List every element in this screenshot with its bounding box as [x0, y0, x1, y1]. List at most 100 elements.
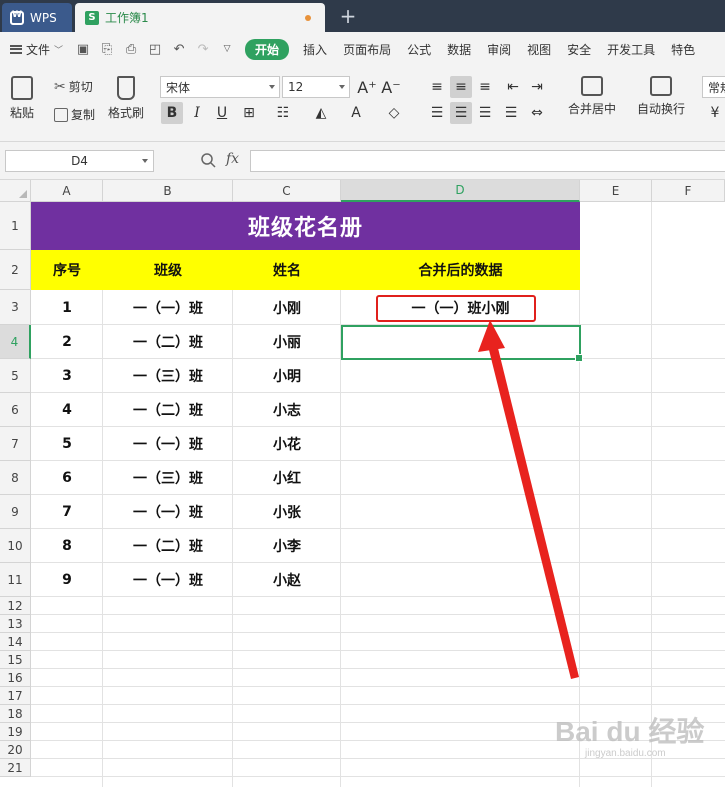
cell-merged[interactable]: [341, 393, 580, 427]
currency-icon[interactable]: ¥: [704, 102, 725, 124]
menu-tab-formulas[interactable]: 公式: [399, 41, 439, 58]
insert-function-icon[interactable]: fx: [226, 151, 239, 167]
cell-merged[interactable]: [341, 461, 580, 495]
increase-font-icon[interactable]: A⁺: [356, 76, 378, 98]
header-cell-class[interactable]: 班级: [103, 250, 233, 290]
align-bottom-icon[interactable]: ≡: [474, 76, 496, 98]
row-header-11[interactable]: 11: [0, 563, 31, 597]
menu-tab-data[interactable]: 数据: [439, 41, 479, 58]
cell-index[interactable]: 6: [31, 461, 103, 495]
distributed-icon[interactable]: ⇔: [526, 102, 548, 124]
cell-class[interactable]: 一（二）班: [103, 325, 233, 359]
underline-button[interactable]: U: [211, 102, 233, 124]
new-tab-button[interactable]: +: [338, 4, 358, 28]
font-color-icon[interactable]: A: [345, 102, 367, 124]
cell-index[interactable]: 8: [31, 529, 103, 563]
undo-icon[interactable]: ↶: [170, 40, 188, 58]
row-header-21[interactable]: 21: [0, 759, 31, 777]
file-menu-button[interactable]: 文件 ﹀: [0, 41, 71, 58]
row-header-15[interactable]: 15: [0, 651, 31, 669]
row-header-1[interactable]: 1: [0, 202, 31, 250]
cell-merged[interactable]: [341, 495, 580, 529]
clear-format-icon[interactable]: ◇: [383, 102, 405, 124]
cell-index[interactable]: 5: [31, 427, 103, 461]
cell-name[interactable]: 小花: [233, 427, 341, 461]
row-header-19[interactable]: 19: [0, 723, 31, 741]
title-cell[interactable]: 班级花名册: [31, 202, 580, 250]
increase-indent-icon[interactable]: ⇥: [526, 76, 548, 98]
name-box[interactable]: D4: [5, 150, 154, 172]
cut-button[interactable]: ✂ 剪切: [54, 78, 93, 95]
paste-button[interactable]: 粘贴: [10, 76, 34, 121]
header-cell-merged[interactable]: 合并后的数据: [341, 250, 580, 290]
zoom-icon[interactable]: [200, 152, 216, 168]
cell-merged[interactable]: [341, 359, 580, 393]
customize-icon[interactable]: ▽: [218, 40, 236, 58]
cell-index[interactable]: 2: [31, 325, 103, 359]
menu-tab-security[interactable]: 安全: [559, 41, 599, 58]
print-icon[interactable]: ⎙: [122, 40, 140, 58]
cell-class[interactable]: 一（二）班: [103, 393, 233, 427]
bold-button[interactable]: B: [161, 102, 183, 124]
row-header-6[interactable]: 6: [0, 393, 31, 427]
justify-icon[interactable]: ☰: [500, 102, 522, 124]
menu-tab-insert[interactable]: 插入: [295, 41, 335, 58]
align-center-icon[interactable]: ☰: [450, 102, 472, 124]
row-header-17[interactable]: 17: [0, 687, 31, 705]
row-header-9[interactable]: 9: [0, 495, 31, 529]
align-top-icon[interactable]: ≡: [426, 76, 448, 98]
cell-merged[interactable]: [341, 427, 580, 461]
menu-tab-review[interactable]: 审阅: [479, 41, 519, 58]
cell-class[interactable]: 一（一）班: [103, 290, 233, 325]
cell-name[interactable]: 小刚: [233, 290, 341, 325]
decrease-font-icon[interactable]: A⁻: [380, 76, 402, 98]
row-header-18[interactable]: 18: [0, 705, 31, 723]
cell-name[interactable]: 小志: [233, 393, 341, 427]
cell-merged[interactable]: [341, 563, 580, 597]
row-header-12[interactable]: 12: [0, 597, 31, 615]
column-header-a[interactable]: A: [31, 180, 103, 202]
save-icon[interactable]: ▣: [74, 40, 92, 58]
print-preview-icon[interactable]: ◰: [146, 40, 164, 58]
align-right-icon[interactable]: ☰: [474, 102, 496, 124]
row-header-4[interactable]: 4: [0, 325, 31, 359]
cell-name[interactable]: 小张: [233, 495, 341, 529]
decrease-indent-icon[interactable]: ⇤: [502, 76, 524, 98]
row-header-10[interactable]: 10: [0, 529, 31, 563]
cell-index[interactable]: 1: [31, 290, 103, 325]
cell-class[interactable]: 一（二）班: [103, 529, 233, 563]
column-header-e[interactable]: E: [580, 180, 652, 202]
menu-tab-page-layout[interactable]: 页面布局: [335, 41, 399, 58]
merge-center-button[interactable]: 合并居中: [568, 76, 616, 117]
copy-button[interactable]: 复制: [54, 106, 95, 123]
column-header-c[interactable]: C: [233, 180, 341, 202]
menu-tab-view[interactable]: 视图: [519, 41, 559, 58]
cell-style-icon[interactable]: ☷: [272, 102, 294, 124]
cell-class[interactable]: 一（一）班: [103, 427, 233, 461]
font-size-select[interactable]: 12: [282, 76, 350, 98]
active-cell-d4[interactable]: [341, 325, 583, 362]
column-header-f[interactable]: F: [652, 180, 725, 202]
wrap-text-button[interactable]: 自动换行: [637, 76, 685, 117]
row-header-16[interactable]: 16: [0, 669, 31, 687]
format-painter-button[interactable]: 格式刷: [108, 76, 144, 121]
cell-name[interactable]: 小明: [233, 359, 341, 393]
menu-tab-developer[interactable]: 开发工具: [599, 41, 663, 58]
cell-class[interactable]: 一（一）班: [103, 495, 233, 529]
header-cell-name[interactable]: 姓名: [233, 250, 341, 290]
borders-icon[interactable]: ⊞: [238, 102, 260, 124]
workbook-tab[interactable]: S 工作簿1: [75, 3, 325, 32]
fill-color-icon[interactable]: ◭: [310, 102, 332, 124]
row-header-5[interactable]: 5: [0, 359, 31, 393]
cell-class[interactable]: 一（一）班: [103, 563, 233, 597]
font-name-select[interactable]: 宋体: [160, 76, 280, 98]
row-header-20[interactable]: 20: [0, 741, 31, 759]
align-middle-icon[interactable]: ≡: [450, 76, 472, 98]
row-header-2[interactable]: 2: [0, 250, 31, 290]
select-all-button[interactable]: [0, 180, 31, 202]
cell-name[interactable]: 小李: [233, 529, 341, 563]
cell-name[interactable]: 小丽: [233, 325, 341, 359]
italic-button[interactable]: I: [186, 102, 208, 124]
cell-class[interactable]: 一（三）班: [103, 461, 233, 495]
cell-class[interactable]: 一（三）班: [103, 359, 233, 393]
